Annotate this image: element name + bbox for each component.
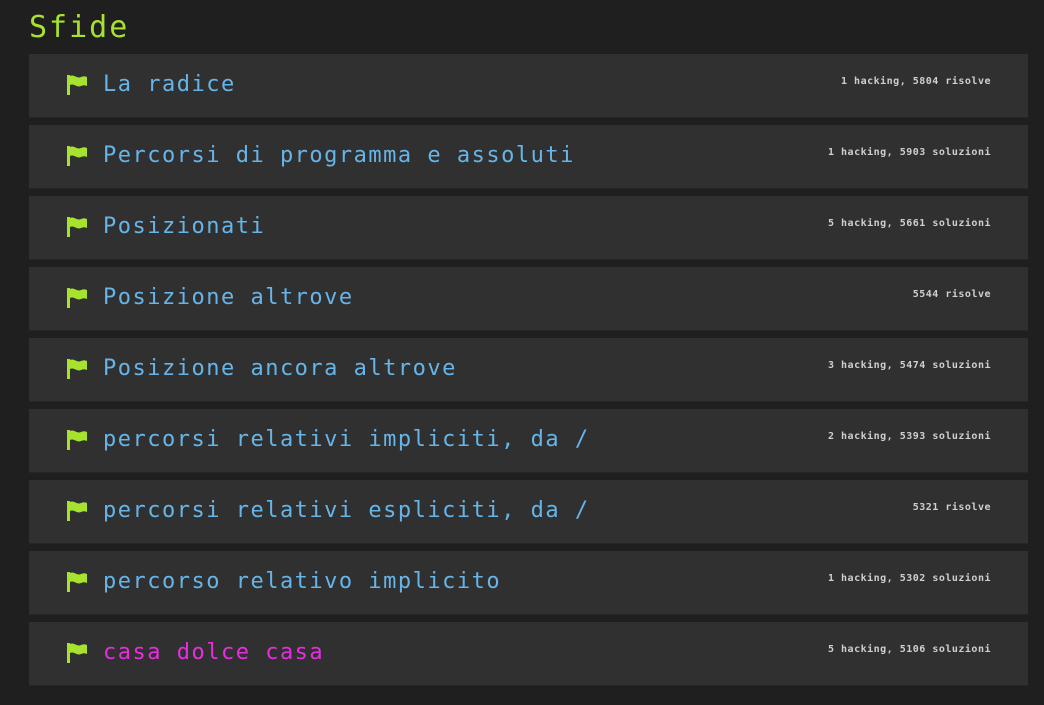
- challenge-stats: 1 hacking, 5804 risolve: [841, 76, 991, 87]
- challenge-stats: 5544 risolve: [912, 289, 991, 300]
- challenge-stats: 3 hacking, 5474 soluzioni: [827, 360, 991, 371]
- challenge-title[interactable]: Posizione ancora altrove: [103, 355, 457, 383]
- challenge-stats: 5 hacking, 5106 soluzioni: [827, 644, 991, 655]
- challenge-item[interactable]: Posizione ancora altrove 3 hacking, 5474…: [29, 338, 1028, 402]
- challenge-title[interactable]: casa dolce casa: [103, 639, 324, 667]
- challenge-title[interactable]: La radice: [103, 71, 236, 99]
- challenge-stats: 2 hacking, 5393 soluzioni: [827, 431, 991, 442]
- flag-icon: [67, 359, 87, 379]
- challenge-stats: 1 hacking, 5302 soluzioni: [827, 573, 991, 584]
- challenge-list: La radice 1 hacking, 5804 risolve Percor…: [29, 54, 1028, 693]
- challenge-item[interactable]: percorsi relativi impliciti, da / 2 hack…: [29, 409, 1028, 473]
- flag-icon: [67, 217, 87, 237]
- flag-icon: [67, 75, 87, 95]
- flag-icon: [67, 572, 87, 592]
- challenge-stats: 5 hacking, 5661 soluzioni: [827, 218, 991, 229]
- challenge-item[interactable]: percorsi relativi espliciti, da / 5321 r…: [29, 480, 1028, 544]
- challenge-title[interactable]: percorsi relativi impliciti, da /: [103, 426, 590, 454]
- challenge-title[interactable]: percorsi relativi espliciti, da /: [103, 497, 590, 525]
- challenge-item[interactable]: Percorsi di programma e assoluti 1 hacki…: [29, 125, 1028, 189]
- challenge-title[interactable]: Percorsi di programma e assoluti: [103, 142, 575, 170]
- challenge-title[interactable]: Posizione altrove: [103, 284, 354, 312]
- challenge-item[interactable]: La radice 1 hacking, 5804 risolve: [29, 54, 1028, 118]
- page-title: Sfide: [29, 10, 130, 45]
- challenge-stats: 1 hacking, 5903 soluzioni: [827, 147, 991, 158]
- flag-icon: [67, 430, 87, 450]
- flag-icon: [67, 288, 87, 308]
- flag-icon: [67, 643, 87, 663]
- challenge-title[interactable]: Posizionati: [103, 213, 265, 241]
- challenge-item[interactable]: percorso relativo implicito 1 hacking, 5…: [29, 551, 1028, 615]
- challenge-item[interactable]: Posizionati 5 hacking, 5661 soluzioni: [29, 196, 1028, 260]
- challenges-page: Sfide La radice 1 hacking, 5804 risolve …: [0, 0, 1044, 705]
- challenge-item[interactable]: casa dolce casa 5 hacking, 5106 soluzion…: [29, 622, 1028, 686]
- challenge-stats: 5321 risolve: [912, 502, 991, 513]
- flag-icon: [67, 146, 87, 166]
- challenge-item[interactable]: Posizione altrove 5544 risolve: [29, 267, 1028, 331]
- challenge-title[interactable]: percorso relativo implicito: [103, 568, 501, 596]
- flag-icon: [67, 501, 87, 521]
